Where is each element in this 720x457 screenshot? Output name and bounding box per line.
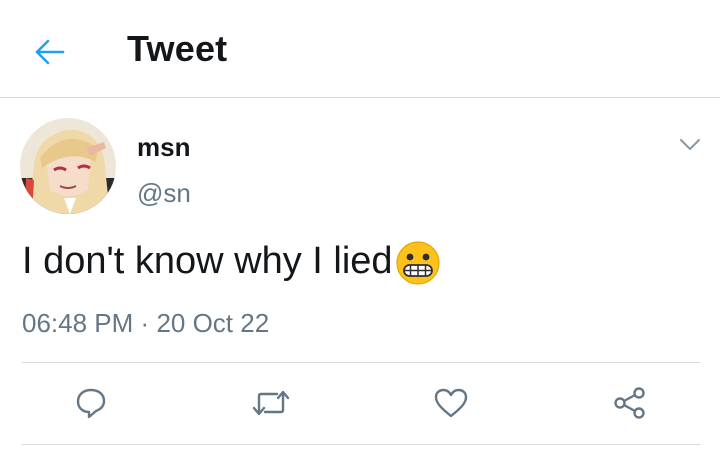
- reply-button[interactable]: [71, 383, 111, 423]
- like-button[interactable]: [431, 383, 471, 423]
- divider: [22, 362, 700, 363]
- retweet-button[interactable]: [251, 383, 291, 423]
- grimacing-face-emoji-icon: [395, 241, 440, 285]
- tweet-timestamp: 06:48 PM · 20 Oct 22: [22, 308, 269, 339]
- avatar[interactable]: [20, 118, 116, 214]
- tweet-date: 20 Oct 22: [156, 308, 270, 338]
- meta-separator: ·: [140, 308, 150, 338]
- display-name[interactable]: msn: [137, 132, 190, 163]
- chevron-down-icon: [680, 139, 700, 150]
- user-handle[interactable]: @sn: [137, 178, 191, 209]
- divider: [22, 444, 700, 445]
- arrow-left-icon: [35, 39, 65, 65]
- page-title: Tweet: [127, 28, 228, 69]
- retweet-arrows-icon: [252, 390, 290, 416]
- tweet-time: 06:48 PM: [22, 308, 134, 338]
- avatar-image: [20, 118, 116, 214]
- tweet-text: I don't know why I lied: [22, 239, 393, 282]
- share-nodes-icon: [614, 387, 645, 419]
- back-button[interactable]: [30, 32, 70, 72]
- top-bar: Tweet: [0, 0, 720, 98]
- speech-bubble-icon: [76, 388, 106, 419]
- heart-icon: [434, 388, 468, 418]
- share-button[interactable]: [610, 383, 650, 423]
- tweet-body: I don't know why I lied: [22, 238, 441, 285]
- tweet-menu-button[interactable]: [672, 130, 708, 160]
